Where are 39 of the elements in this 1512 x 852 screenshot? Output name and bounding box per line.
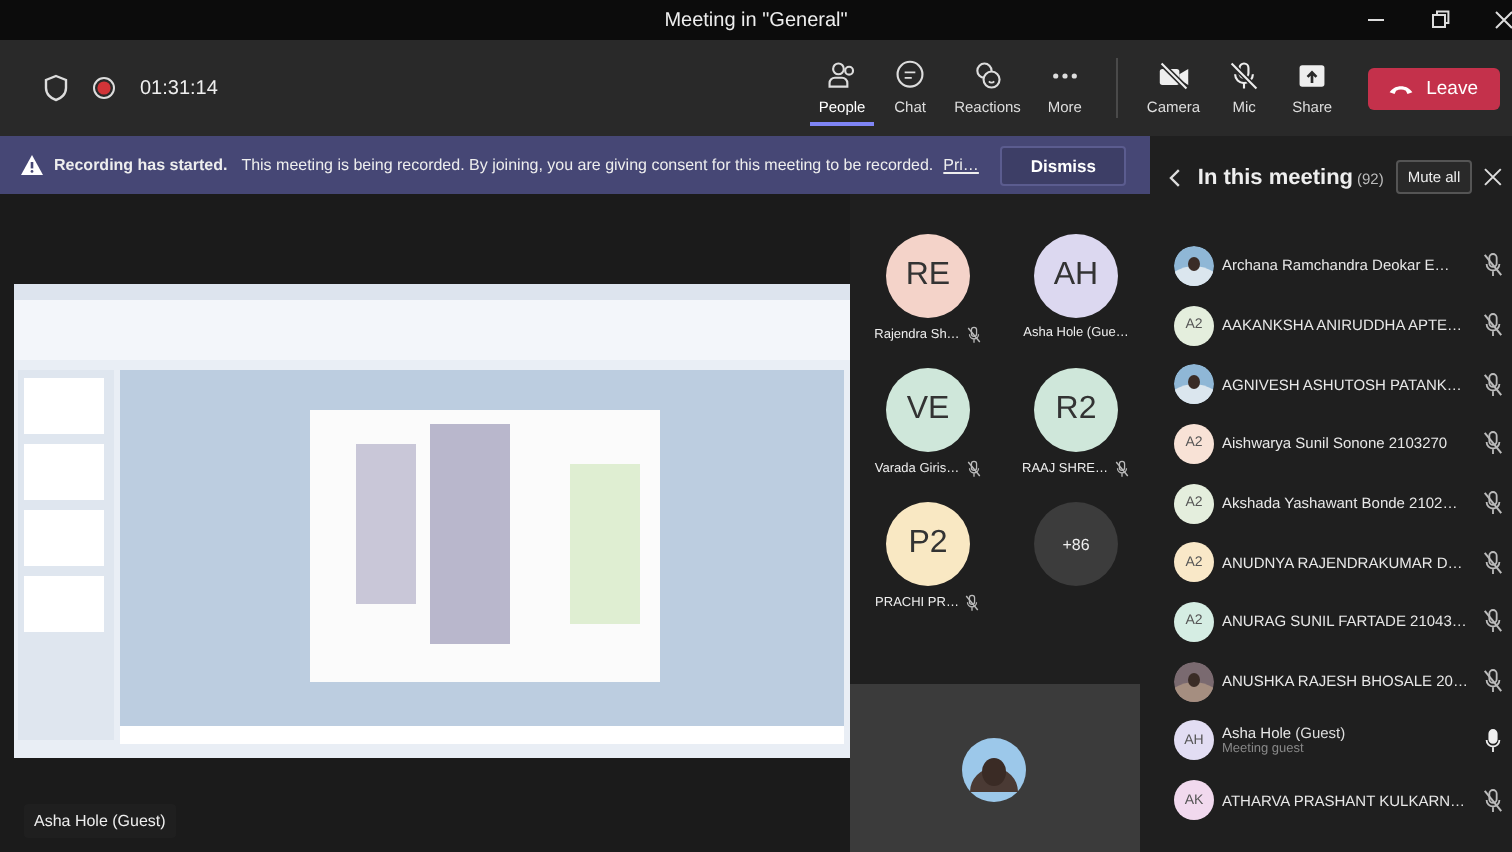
more-icon bbox=[1051, 71, 1078, 79]
mic-off-icon bbox=[1482, 252, 1504, 279]
mic-off-icon bbox=[1482, 371, 1504, 398]
mic-off-icon bbox=[1482, 312, 1504, 339]
close-icon[interactable] bbox=[1494, 10, 1512, 30]
mic-off-icon bbox=[1482, 490, 1504, 517]
privacy-link[interactable]: Pri… bbox=[943, 156, 979, 174]
avatar: VE bbox=[886, 368, 970, 452]
avatar: R2 bbox=[1034, 368, 1118, 452]
mic-off-icon bbox=[1482, 549, 1504, 576]
avatar: AH bbox=[1034, 234, 1118, 318]
leave-button[interactable]: Leave bbox=[1368, 67, 1500, 109]
banner-message: This meeting is being recorded. By joining, you are giving consent for this meeting to be recorded. bbox=[241, 156, 934, 174]
mic-off-icon bbox=[965, 326, 982, 344]
mic-off-icon bbox=[965, 460, 982, 478]
mic-off-icon bbox=[1482, 608, 1504, 635]
mic-off-icon bbox=[1482, 787, 1504, 814]
warning-icon bbox=[20, 154, 44, 176]
shield-icon[interactable] bbox=[44, 74, 68, 102]
mic-off-icon bbox=[964, 594, 981, 612]
restore-icon[interactable] bbox=[1430, 10, 1450, 30]
window-title: Meeting in "General" bbox=[664, 9, 848, 31]
chat-icon bbox=[892, 59, 929, 91]
dismiss-button[interactable]: Dismiss bbox=[1000, 145, 1126, 185]
camera-off-icon bbox=[1155, 59, 1192, 91]
close-icon[interactable] bbox=[1484, 168, 1502, 186]
meeting-timer: 01:31:14 bbox=[140, 77, 218, 99]
avatar: P2 bbox=[886, 502, 970, 586]
back-icon[interactable] bbox=[1168, 167, 1182, 187]
avatar: RE bbox=[886, 234, 970, 318]
mic-off-icon bbox=[1226, 59, 1263, 91]
banner-title: Recording has started. bbox=[54, 156, 228, 174]
phone-icon bbox=[1388, 81, 1415, 95]
mic-icon bbox=[1482, 727, 1504, 754]
panel-title: In this meeting bbox=[1197, 165, 1354, 189]
more-participants[interactable]: +86 bbox=[1034, 502, 1118, 586]
mic-off-icon bbox=[1482, 430, 1504, 457]
mic-off-icon bbox=[1482, 668, 1504, 695]
mic-off-icon bbox=[1113, 460, 1130, 478]
